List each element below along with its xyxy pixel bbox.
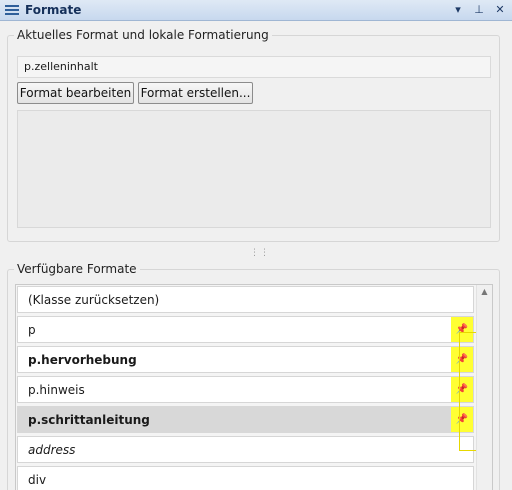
available-formats-group: Verfügbare Formate (Klasse zurücksetzen)… — [7, 262, 500, 490]
create-format-button[interactable]: Format erstellen... — [138, 82, 253, 104]
edit-format-button[interactable]: Format bearbeiten — [17, 82, 134, 104]
panel-title: Formate — [25, 3, 82, 17]
format-item-label: p.schrittanleitung — [28, 412, 150, 427]
format-list-item[interactable]: (Klasse zurücksetzen) — [17, 286, 474, 313]
format-item-label: p.hinweis — [28, 382, 85, 397]
dropdown-arrow-icon[interactable]: ▾ — [452, 3, 464, 17]
format-item-label: div — [28, 472, 47, 487]
format-list-item[interactable]: div — [17, 466, 474, 490]
splitter-handle[interactable]: ⋮⋮ — [250, 249, 270, 258]
format-item-label: p — [28, 322, 36, 337]
format-item-label: (Klasse zurücksetzen) — [28, 292, 160, 307]
current-format-group: Aktuelles Format und lokale Formatierung… — [7, 28, 500, 242]
current-format-field: p.zelleninhalt — [17, 56, 491, 78]
current-format-group-label: Aktuelles Format und lokale Formatierung — [14, 28, 272, 42]
close-icon[interactable]: ✕ — [494, 3, 506, 17]
scroll-up-arrow-icon[interactable]: ▲ — [477, 285, 492, 299]
format-list-item[interactable]: address — [17, 436, 474, 463]
format-list-item[interactable]: p.hervorhebung 📌 — [17, 346, 474, 373]
menu-icon[interactable] — [4, 3, 20, 17]
format-item-label: address — [28, 442, 76, 457]
format-list-item[interactable]: p.hinweis 📌 — [17, 376, 474, 403]
format-list-item[interactable]: p 📌 — [17, 316, 474, 343]
pin-panel-icon[interactable]: ⊥ — [473, 3, 485, 17]
format-item-label: p.hervorhebung — [28, 352, 137, 367]
format-preview-area — [17, 110, 491, 228]
formats-list: (Klasse zurücksetzen) p 📌 p.hervorhebung 📌 p.… — [15, 284, 493, 490]
list-scrollbar[interactable]: ▲ — [476, 285, 492, 490]
panel-title-bar: Formate ▾ ⊥ ✕ — [0, 0, 512, 21]
format-list-item[interactable]: p.schrittanleitung 📌 — [17, 406, 474, 433]
available-formats-group-label: Verfügbare Formate — [14, 262, 140, 276]
